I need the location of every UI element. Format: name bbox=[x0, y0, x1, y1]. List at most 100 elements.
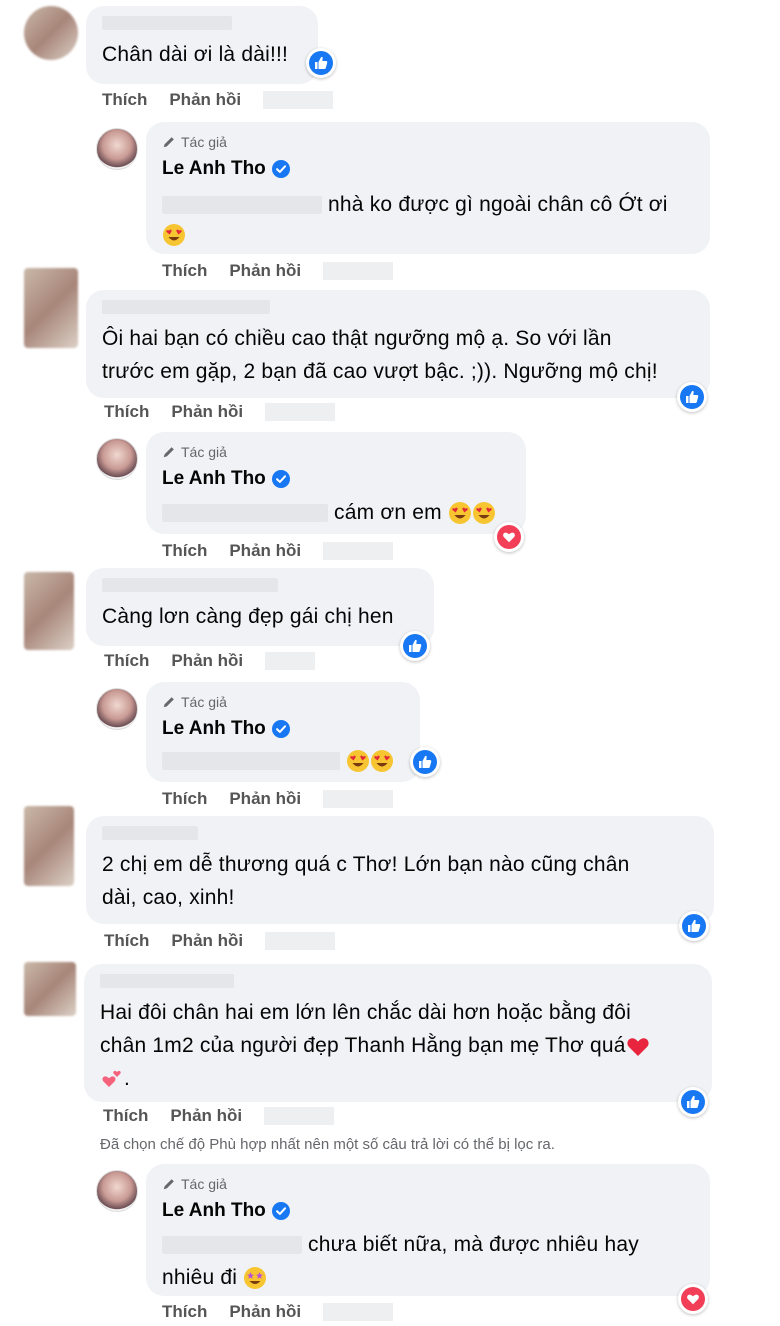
avatar[interactable] bbox=[24, 6, 78, 60]
author-name-text[interactable]: Le Anh Tho bbox=[162, 468, 266, 490]
like-button[interactable]: Thích bbox=[162, 789, 207, 809]
author-name[interactable]: Le Anh Tho bbox=[162, 1198, 694, 1224]
pen-icon bbox=[162, 1177, 176, 1191]
heart-eyes-emoji-icon bbox=[346, 749, 370, 773]
reply-button[interactable]: Phản hồi bbox=[229, 789, 301, 809]
love-reaction[interactable] bbox=[494, 522, 524, 552]
author-avatar[interactable] bbox=[96, 1170, 138, 1212]
comment-text-part: . bbox=[124, 1067, 131, 1090]
author-name[interactable]: Le Anh Tho bbox=[162, 716, 404, 742]
reply-button[interactable]: Phản hồi bbox=[229, 1302, 301, 1322]
comment-actions: Thích Phản hồi bbox=[162, 789, 394, 809]
like-reaction[interactable] bbox=[677, 382, 707, 412]
like-button[interactable]: Thích bbox=[104, 651, 149, 671]
comment-text bbox=[162, 744, 404, 777]
verified-badge-icon bbox=[272, 1202, 290, 1220]
commenter-name-redacted[interactable] bbox=[102, 578, 278, 592]
comment-actions: Thích Phản hồi bbox=[162, 1302, 394, 1322]
reply-button[interactable]: Phản hồi bbox=[169, 90, 241, 110]
timestamp-redacted bbox=[263, 91, 334, 109]
like-icon bbox=[684, 389, 700, 405]
comment-bubble: Hai đôi chân hai em lớn lên chắc dài hơn… bbox=[84, 964, 712, 1102]
author-name[interactable]: Le Anh Tho bbox=[162, 156, 694, 182]
avatar[interactable] bbox=[24, 268, 78, 348]
author-name-text[interactable]: Le Anh Tho bbox=[162, 158, 266, 180]
reply-button[interactable]: Phản hồi bbox=[171, 651, 243, 671]
commenter-name-redacted[interactable] bbox=[100, 974, 234, 988]
like-reaction[interactable] bbox=[679, 911, 709, 941]
comment-text: nhà ko được gì ngoài chân cô Ớt ơi bbox=[162, 188, 694, 221]
comment-actions: Thích Phản hồi bbox=[104, 931, 336, 951]
like-reaction[interactable] bbox=[306, 48, 336, 78]
mention-redacted[interactable] bbox=[162, 196, 322, 215]
like-button[interactable]: Thích bbox=[104, 402, 149, 422]
comment-bubble: 2 chị em dễ thương quá c Thơ! Lớn bạn nà… bbox=[86, 816, 714, 924]
reply-button[interactable]: Phản hồi bbox=[229, 261, 301, 281]
author-tag: Tác giả bbox=[162, 442, 510, 462]
like-button[interactable]: Thích bbox=[104, 931, 149, 951]
love-reaction[interactable] bbox=[678, 1284, 708, 1314]
like-button[interactable]: Thích bbox=[162, 541, 207, 561]
author-tag-label: Tác giả bbox=[181, 1176, 227, 1192]
author-tag-label: Tác giả bbox=[181, 694, 227, 710]
commenter-name-redacted[interactable] bbox=[102, 300, 270, 314]
like-reaction[interactable] bbox=[678, 1087, 708, 1117]
author-name-text[interactable]: Le Anh Tho bbox=[162, 1200, 266, 1222]
heart-eyes-emoji-icon bbox=[472, 501, 496, 525]
timestamp-redacted bbox=[323, 542, 394, 560]
reply-button[interactable]: Phản hồi bbox=[170, 1106, 242, 1126]
comment-text: cám ơn em bbox=[162, 496, 510, 529]
like-reaction[interactable] bbox=[400, 631, 430, 661]
timestamp-redacted bbox=[265, 403, 336, 421]
author-reply-bubble: Tác giả Le Anh Tho bbox=[146, 682, 420, 782]
comment-text: Càng lơn càng đẹp gái chị hen bbox=[102, 605, 394, 628]
like-button[interactable]: Thích bbox=[162, 261, 207, 281]
commenter-name-redacted[interactable] bbox=[102, 826, 198, 840]
verified-badge-icon bbox=[272, 470, 290, 488]
mention-redacted[interactable] bbox=[162, 1236, 302, 1255]
author-name[interactable]: Le Anh Tho bbox=[162, 466, 510, 492]
reply-button[interactable]: Phản hồi bbox=[171, 931, 243, 951]
author-tag-label: Tác giả bbox=[181, 444, 227, 460]
like-button[interactable]: Thích bbox=[162, 1302, 207, 1322]
pen-icon bbox=[162, 695, 176, 709]
love-icon bbox=[686, 1292, 700, 1306]
author-avatar[interactable] bbox=[96, 438, 138, 480]
timestamp-redacted bbox=[323, 262, 394, 280]
comment-text-line-2: trước em gặp, 2 bạn đã cao vượt bậc. ;))… bbox=[102, 360, 658, 383]
comment-text-line-1: Hai đôi chân hai em lớn lên chắc dài hơn… bbox=[100, 1001, 632, 1024]
star-eyes-emoji-icon bbox=[243, 1266, 267, 1290]
like-reaction[interactable] bbox=[410, 747, 440, 777]
comment-text-part: nhiêu đi bbox=[162, 1266, 238, 1289]
avatar[interactable] bbox=[24, 962, 76, 1016]
comment-actions: Thích Phản hồi bbox=[162, 541, 394, 561]
author-tag: Tác giả bbox=[162, 692, 404, 712]
comment-actions: Thích Phản hồi bbox=[162, 261, 394, 281]
avatar[interactable] bbox=[24, 572, 74, 650]
comment-text-line-2: nhiêu đi bbox=[162, 1261, 694, 1294]
like-button[interactable]: Thích bbox=[102, 90, 147, 110]
comment-text-line-2: dài, cao, xinh! bbox=[102, 886, 235, 909]
author-avatar[interactable] bbox=[96, 128, 138, 170]
comment-bubble: Chân dài ơi là dài!!! bbox=[86, 6, 318, 84]
author-name-text[interactable]: Le Anh Tho bbox=[162, 718, 266, 740]
avatar[interactable] bbox=[24, 806, 74, 886]
like-icon bbox=[686, 918, 702, 934]
pen-icon bbox=[162, 445, 176, 459]
mention-redacted[interactable] bbox=[162, 752, 340, 771]
heart-eyes-emoji-icon bbox=[370, 749, 394, 773]
mention-redacted[interactable] bbox=[162, 504, 328, 523]
comment-text-line-1: 2 chị em dễ thương quá c Thơ! Lớn bạn nà… bbox=[102, 853, 630, 876]
reply-button[interactable]: Phản hồi bbox=[171, 402, 243, 422]
like-button[interactable]: Thích bbox=[103, 1106, 148, 1126]
comment-thread: Chân dài ơi là dài!!! Thích Phản hồi Tác… bbox=[0, 0, 780, 1326]
heart-eyes-emoji-icon bbox=[448, 501, 472, 525]
timestamp-redacted bbox=[323, 790, 394, 808]
commenter-name-redacted[interactable] bbox=[102, 16, 232, 30]
like-icon bbox=[313, 55, 329, 71]
comment-text-part: nhà ko được gì ngoài chân cô Ớt ơi bbox=[328, 193, 668, 216]
author-avatar[interactable] bbox=[96, 688, 138, 730]
comment-bubble: Càng lơn càng đẹp gái chị hen bbox=[86, 568, 434, 646]
comment-actions: Thích Phản hồi bbox=[103, 1106, 335, 1126]
reply-button[interactable]: Phản hồi bbox=[229, 541, 301, 561]
